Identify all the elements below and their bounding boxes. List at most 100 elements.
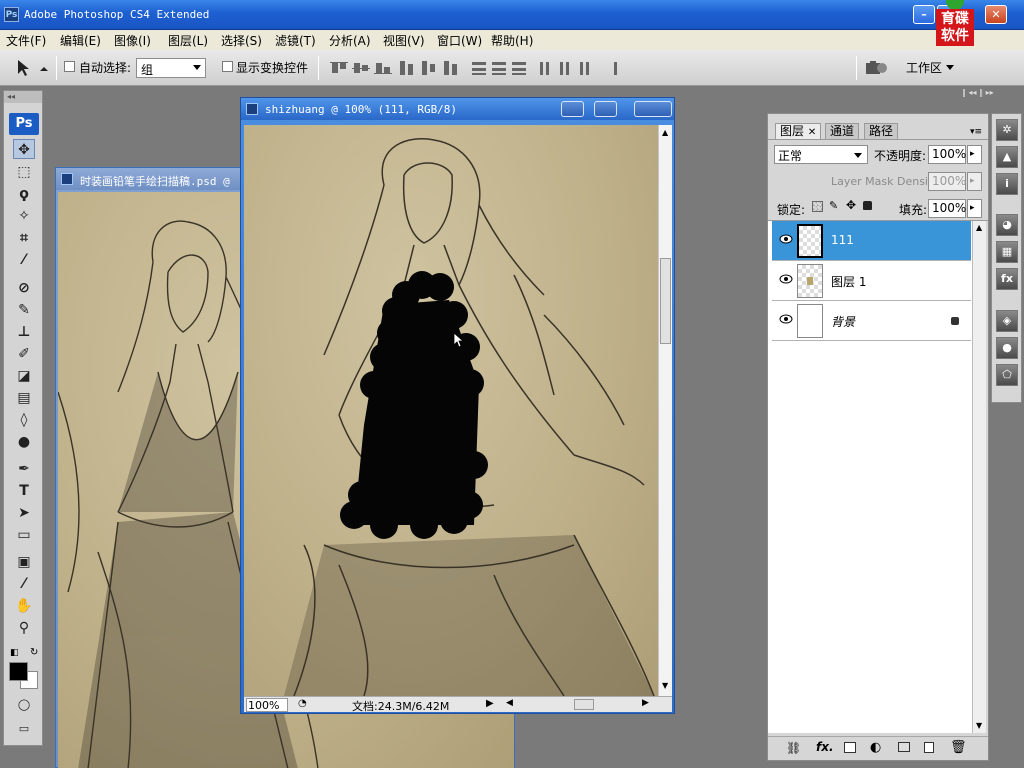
menu-window[interactable]: 窗口(W) bbox=[437, 32, 482, 49]
gradient-tool-icon[interactable]: ▤ bbox=[13, 388, 35, 408]
path-selection-tool-icon[interactable]: ➤ bbox=[13, 503, 35, 523]
scroll-down-icon[interactable]: ▼ bbox=[662, 681, 668, 690]
default-colors-icon[interactable]: ◧ bbox=[10, 648, 19, 658]
menu-select[interactable]: 选择(S) bbox=[221, 32, 262, 49]
quick-mask-icon[interactable]: ◯ bbox=[13, 695, 35, 715]
layer-row-background[interactable]: 背景 bbox=[772, 301, 971, 341]
screen-mode-icon[interactable]: ▭ bbox=[13, 719, 35, 739]
scroll-left-icon[interactable]: ◀ bbox=[506, 698, 513, 708]
foreground-color-swatch[interactable] bbox=[9, 662, 28, 681]
document-maximize-button[interactable] bbox=[594, 101, 617, 117]
menu-analysis[interactable]: 分析(A) bbox=[329, 32, 371, 49]
layer-row-layer1[interactable]: 图层 1 bbox=[772, 261, 971, 301]
document-front-canvas[interactable] bbox=[244, 125, 658, 696]
workspace-chevron-icon[interactable] bbox=[946, 65, 954, 70]
fx-icon[interactable]: fx. bbox=[816, 740, 834, 754]
eye-icon[interactable] bbox=[779, 274, 793, 284]
move-tool-icon[interactable]: ✥ bbox=[13, 139, 35, 159]
lock-pixels-icon[interactable]: ✎ bbox=[829, 199, 838, 212]
magic-wand-tool-icon[interactable]: ✧ bbox=[13, 206, 35, 226]
minimize-button[interactable]: – bbox=[913, 5, 935, 24]
zoom-field[interactable]: 100% bbox=[246, 698, 288, 712]
document-close-button[interactable] bbox=[634, 101, 672, 117]
lasso-tool-icon[interactable]: ϙ bbox=[13, 184, 35, 204]
trash-icon[interactable]: 🗑 bbox=[950, 740, 967, 755]
brush-tool-icon[interactable]: ✎ bbox=[13, 300, 35, 320]
auto-select-checkbox[interactable] bbox=[64, 61, 75, 72]
menu-filter[interactable]: 滤镜(T) bbox=[275, 32, 316, 49]
scroll-up-icon[interactable]: ▲ bbox=[976, 223, 982, 232]
opacity-field[interactable]: 100% bbox=[928, 145, 966, 164]
type-tool-icon[interactable]: T bbox=[13, 481, 35, 501]
clone-stamp-tool-icon[interactable]: ⊥ bbox=[13, 322, 35, 342]
new-group-icon[interactable] bbox=[898, 742, 910, 752]
channels-icon[interactable]: ● bbox=[996, 337, 1018, 359]
eyedropper2-tool-icon[interactable]: ⁄ bbox=[13, 574, 35, 594]
color-icon[interactable]: ◕ bbox=[996, 214, 1018, 236]
scroll-up-icon[interactable]: ▲ bbox=[662, 128, 668, 137]
vertical-scrollbar[interactable]: ▲ ▼ bbox=[658, 125, 672, 696]
workspace-button[interactable]: 工作区 bbox=[906, 59, 942, 76]
blend-mode-dropdown[interactable]: 正常 bbox=[774, 145, 868, 164]
dodge-tool-icon[interactable]: ● bbox=[13, 432, 35, 452]
add-mask-icon[interactable] bbox=[844, 742, 856, 753]
paths-icon[interactable]: ⬠ bbox=[996, 364, 1018, 386]
dock-grip[interactable]: ‖ ◂◂ ‖ ▸▸ bbox=[962, 88, 1022, 100]
link-layers-icon[interactable]: ⛓ bbox=[786, 741, 801, 755]
show-transform-checkbox[interactable] bbox=[222, 61, 233, 72]
shape-tool-icon[interactable]: ▭ bbox=[13, 525, 35, 545]
info-icon[interactable]: i bbox=[996, 173, 1018, 195]
adjustment-layer-icon[interactable]: ◐ bbox=[870, 740, 881, 755]
layer-row-111[interactable]: 111 bbox=[772, 221, 971, 261]
new-layer-icon[interactable] bbox=[924, 742, 934, 753]
menu-edit[interactable]: 编辑(E) bbox=[60, 32, 101, 49]
document-window-front[interactable]: shizhuang @ 100% (111, RGB/8) ▲ ▼ 100% ◔… bbox=[240, 97, 675, 714]
eye-icon[interactable] bbox=[779, 314, 793, 324]
tab-paths[interactable]: 路径 bbox=[864, 123, 899, 139]
document-minimize-button[interactable] bbox=[561, 101, 584, 117]
status-menu-arrow-icon[interactable]: ▶ bbox=[486, 698, 494, 709]
lock-all-icon[interactable] bbox=[863, 201, 872, 210]
eyedropper-tool-icon[interactable]: ⁄ bbox=[13, 250, 35, 270]
tab-channels[interactable]: 通道 bbox=[825, 123, 860, 139]
menu-layer[interactable]: 图层(L) bbox=[168, 32, 208, 49]
notes-tool-icon[interactable]: ▣ bbox=[13, 552, 35, 572]
styles-icon[interactable]: fx bbox=[996, 268, 1018, 290]
layer-name[interactable]: 背景 bbox=[831, 313, 855, 330]
auto-select-dropdown[interactable]: 组 bbox=[136, 58, 206, 78]
close-tab-icon[interactable]: ✕ bbox=[808, 127, 816, 138]
opacity-slider-arrow-icon[interactable]: ▸ bbox=[967, 145, 982, 164]
swatches-icon[interactable]: ▦ bbox=[996, 241, 1018, 263]
pen-tool-icon[interactable]: ✒ bbox=[13, 459, 35, 479]
hand-tool-icon[interactable]: ✋ bbox=[13, 596, 35, 616]
lock-transparency-icon[interactable] bbox=[812, 201, 823, 212]
marquee-tool-icon[interactable]: ⬚ bbox=[13, 162, 35, 182]
layer-name[interactable]: 111 bbox=[831, 233, 854, 247]
scroll-down-icon[interactable]: ▼ bbox=[976, 721, 982, 730]
fill-slider-arrow-icon[interactable]: ▸ bbox=[967, 199, 982, 218]
swap-colors-icon[interactable]: ↻ bbox=[30, 647, 38, 658]
panel-menu-icon[interactable]: ▾≡ bbox=[970, 127, 982, 137]
zoom-tool-icon[interactable]: ⚲ bbox=[13, 618, 35, 638]
crop-tool-icon[interactable]: ⌗ bbox=[13, 228, 35, 248]
fill-field[interactable]: 100% bbox=[928, 199, 966, 218]
layers-icon[interactable]: ◈ bbox=[996, 310, 1018, 332]
horizontal-scroll-thumb[interactable] bbox=[574, 699, 594, 710]
scroll-right-icon[interactable]: ▶ bbox=[642, 698, 649, 708]
menu-image[interactable]: 图像(I) bbox=[114, 32, 151, 49]
menu-view[interactable]: 视图(V) bbox=[383, 32, 425, 49]
healing-brush-tool-icon[interactable]: ⊘ bbox=[13, 278, 35, 298]
history-brush-tool-icon[interactable]: ✐ bbox=[13, 344, 35, 364]
lock-position-icon[interactable]: ✥ bbox=[846, 198, 856, 212]
align-distribute-icons[interactable] bbox=[330, 59, 620, 77]
vertical-scroll-thumb[interactable] bbox=[660, 258, 671, 344]
blur-tool-icon[interactable]: ◊ bbox=[13, 410, 35, 430]
close-button[interactable]: ✕ bbox=[985, 5, 1007, 24]
bridge-icon[interactable] bbox=[864, 58, 890, 78]
histogram-icon[interactable]: ▲ bbox=[996, 146, 1018, 168]
eye-icon[interactable] bbox=[779, 234, 793, 244]
eraser-tool-icon[interactable]: ◪ bbox=[13, 366, 35, 386]
status-options-icon[interactable]: ◔ bbox=[298, 698, 307, 709]
navigator-icon[interactable]: ✲ bbox=[996, 119, 1018, 141]
menu-file[interactable]: 文件(F) bbox=[6, 32, 46, 49]
